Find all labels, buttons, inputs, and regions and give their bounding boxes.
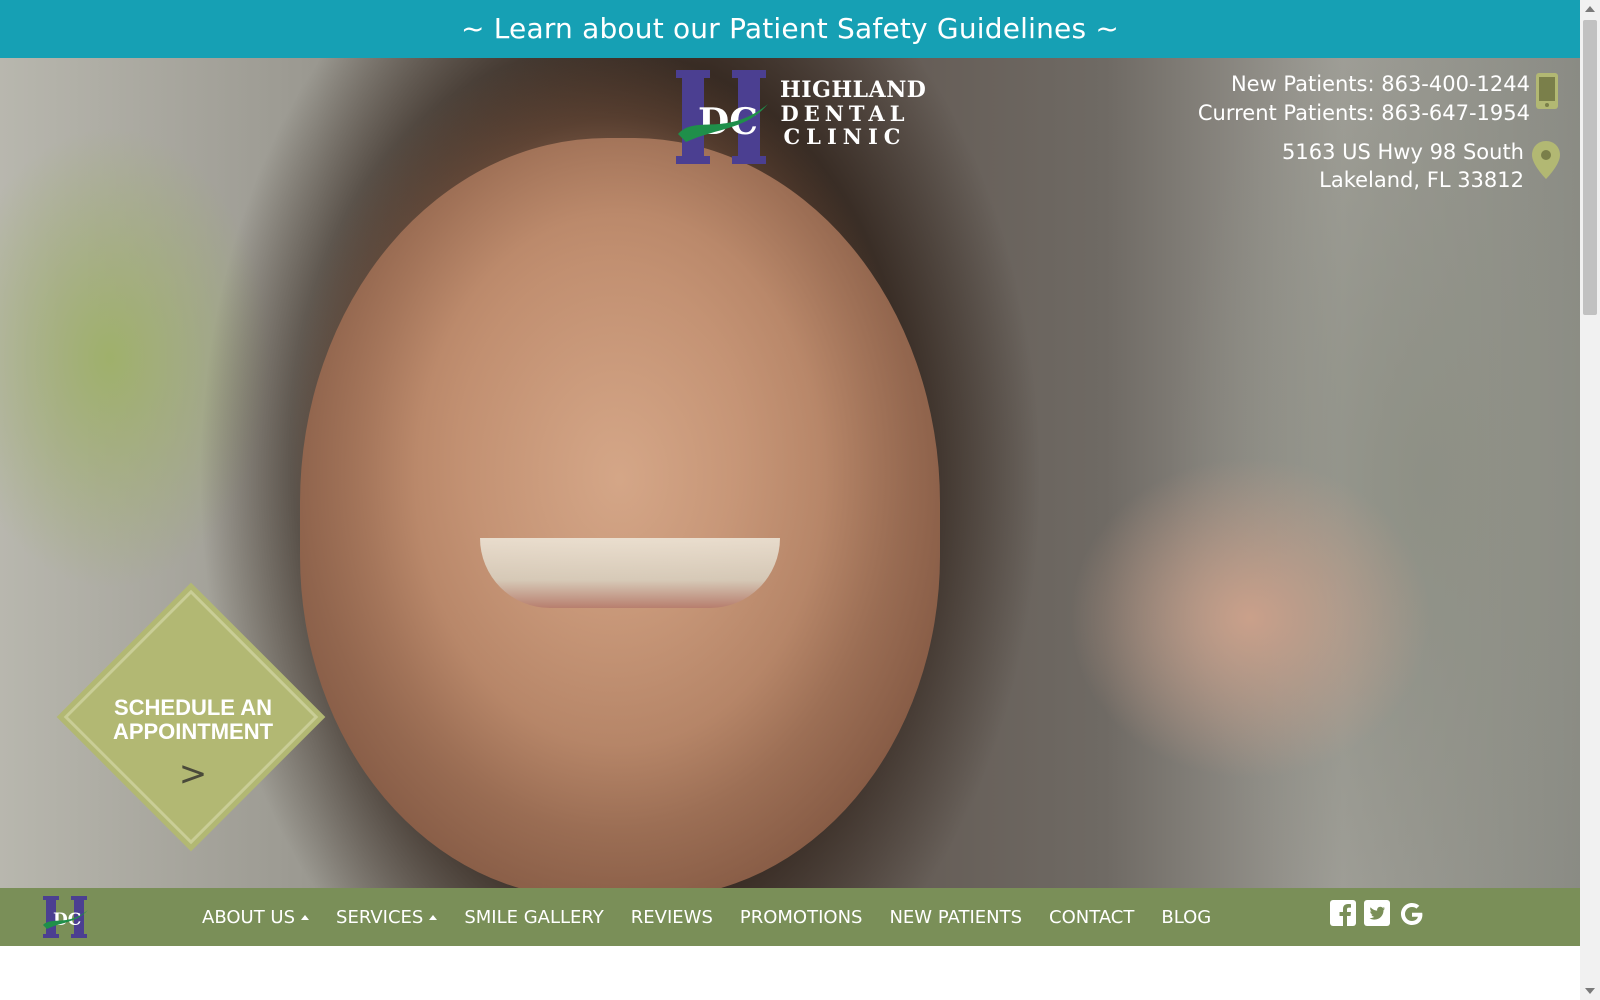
nav-menu: ABOUT US SERVICES SMILE GALLERY REVIEWS … — [202, 888, 1238, 946]
chevron-right-icon: > — [178, 754, 208, 794]
logo-text: HIGHLAND DENTAL CLINIC — [780, 77, 927, 150]
new-patients-phone-link[interactable]: New Patients: 863-400-1244 — [1231, 72, 1530, 96]
schedule-label: SCHEDULE AN APPOINTMENT — [58, 696, 328, 744]
current-patients-phone-link[interactable]: Current Patients: 863-647-1954 — [1198, 101, 1530, 125]
nav-new-patients-label: NEW PATIENTS — [889, 906, 1023, 928]
page-scrollbar[interactable] — [1580, 0, 1600, 1000]
address-line-1: 5163 US Hwy 98 South — [1282, 140, 1524, 164]
nav-about-us[interactable]: ABOUT US — [202, 906, 310, 928]
nav-contact-label: CONTACT — [1049, 906, 1135, 928]
logo-line-dental: DENTAL — [780, 101, 910, 127]
nav-logo-icon[interactable]: DC — [42, 894, 90, 940]
banner-text: ~ Learn about our Patient Safety Guideli… — [460, 12, 1120, 45]
facebook-icon[interactable] — [1330, 900, 1356, 926]
site-logo[interactable]: DC HIGHLAND DENTAL CLINIC — [676, 68, 926, 168]
logo-line-highland: HIGHLAND — [780, 77, 927, 103]
hero-face — [300, 138, 940, 888]
nav-services-label: SERVICES — [336, 906, 424, 928]
nav-smile-gallery[interactable]: SMILE GALLERY — [464, 907, 603, 928]
hdc-monogram-icon: DC — [676, 70, 768, 164]
caret-up-icon — [301, 914, 310, 920]
schedule-appointment-button[interactable]: SCHEDULE AN APPOINTMENT > — [56, 582, 328, 854]
nav-promotions[interactable]: PROMOTIONS — [740, 907, 863, 928]
nav-reviews-label: REVIEWS — [630, 906, 713, 928]
google-icon[interactable] — [1398, 900, 1424, 926]
nav-reviews[interactable]: REVIEWS — [631, 907, 713, 928]
scroll-up-arrow-icon[interactable] — [1585, 6, 1595, 12]
nav-smile-gallery-label: SMILE GALLERY — [464, 906, 604, 928]
nav-promotions-label: PROMOTIONS — [739, 906, 863, 928]
nav-contact[interactable]: CONTACT — [1049, 907, 1134, 928]
schedule-label-line2: APPOINTMENT — [112, 719, 274, 744]
twitter-icon[interactable] — [1364, 900, 1390, 926]
logo-line-clinic: CLINIC — [783, 124, 907, 150]
phone-numbers: New Patients: 863-400-1244 Current Patie… — [1198, 70, 1530, 128]
scroll-down-arrow-icon[interactable] — [1585, 988, 1595, 994]
patient-safety-banner[interactable]: ~ Learn about our Patient Safety Guideli… — [0, 0, 1580, 58]
hero-smile — [480, 538, 780, 608]
svg-text:DC: DC — [698, 101, 758, 143]
caret-up-icon — [429, 914, 438, 920]
map-pin-icon — [1532, 141, 1560, 179]
nav-new-patients[interactable]: NEW PATIENTS — [889, 907, 1022, 928]
main-navigation: DC ABOUT US SERVICES SMILE GALLERY REVIE… — [0, 888, 1580, 946]
address-line-2: Lakeland, FL 33812 — [1319, 168, 1524, 192]
nav-services[interactable]: SERVICES — [336, 906, 438, 928]
nav-blog-label: BLOG — [1161, 906, 1212, 928]
scroll-thumb[interactable] — [1583, 20, 1597, 315]
social-links — [1330, 900, 1424, 926]
nav-blog[interactable]: BLOG — [1161, 907, 1211, 928]
schedule-label-line1: SCHEDULE AN — [113, 695, 273, 720]
address-link[interactable]: 5163 US Hwy 98 South Lakeland, FL 33812 — [1282, 138, 1524, 194]
nav-about-us-label: ABOUT US — [202, 906, 296, 928]
mobile-phone-icon — [1536, 73, 1558, 109]
